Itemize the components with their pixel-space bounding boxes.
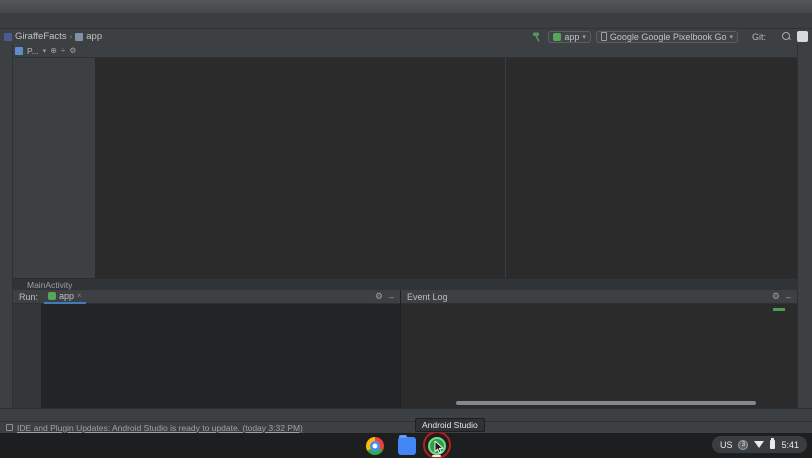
run-console[interactable]: [41, 304, 400, 408]
device-value: Google Google Pixelbook Go: [610, 32, 727, 42]
make-project-icon[interactable]: [531, 31, 543, 43]
event-log-header: Event Log ⚙ –: [401, 290, 797, 304]
breadcrumb-class[interactable]: MainActivity: [27, 280, 72, 290]
profile-avatar[interactable]: [797, 31, 808, 42]
breadcrumb-module[interactable]: app: [86, 31, 102, 42]
files-app-icon[interactable]: [398, 437, 416, 455]
run-toolbar-secondary: [27, 304, 41, 408]
running-app-indicator: [432, 455, 441, 457]
event-log-entries: [417, 304, 797, 408]
run-tab-label: app: [59, 291, 74, 301]
chrome-icon[interactable]: [366, 437, 384, 455]
close-icon[interactable]: ×: [77, 291, 82, 300]
tool-window-bar: [0, 408, 812, 421]
module-folder-icon: [75, 33, 83, 41]
tooltip: Android Studio: [415, 418, 485, 432]
run-config-value: app: [564, 32, 579, 42]
run-panel-header: Run: app × ⚙ –: [13, 290, 400, 304]
right-tool-strip: [797, 44, 812, 408]
notification-badge: 3: [738, 440, 748, 450]
navigation-toolbar: GiraffeFacts › app app ▾ Google Google P…: [0, 29, 812, 44]
status-message-link[interactable]: IDE and Plugin Updates: Android Studio i…: [17, 423, 303, 433]
left-tool-strip: [0, 44, 13, 408]
breadcrumb: GiraffeFacts › app: [4, 31, 102, 42]
project-tree: [13, 58, 95, 278]
chevron-down-icon: ▾: [43, 47, 47, 55]
chevron-down-icon: ▾: [582, 33, 586, 41]
device-icon: [601, 32, 607, 41]
clock-label: 5:41: [781, 440, 799, 450]
event-log-title: Event Log: [407, 292, 448, 302]
run-tab-app[interactable]: app ×: [44, 290, 86, 304]
code-editor[interactable]: [95, 58, 797, 278]
mouse-cursor: [434, 441, 445, 454]
window-title-strip: [0, 0, 812, 13]
keyboard-layout-label: US: [720, 440, 733, 450]
chevron-right-icon: ›: [70, 32, 73, 41]
status-bar: IDE and Plugin Updates: Android Studio i…: [0, 421, 812, 433]
project-icon: [4, 33, 12, 41]
editor-tab-bar: P... ▾ ⊕ ÷ ⚙: [0, 44, 812, 58]
hard-wrap-guide: [505, 58, 506, 278]
minimize-icon[interactable]: –: [389, 292, 394, 302]
android-icon: [48, 292, 56, 300]
locate-file-icon[interactable]: ⊕: [50, 46, 57, 55]
minimize-icon[interactable]: –: [786, 292, 791, 302]
chevron-down-icon: ▾: [729, 33, 733, 41]
wifi-icon: [754, 441, 764, 448]
run-config-dropdown[interactable]: app ▾: [548, 31, 591, 43]
project-view-icon: [15, 47, 23, 55]
project-panel-header: P... ▾ ⊕ ÷ ⚙: [0, 44, 95, 57]
system-tray[interactable]: US 3 5:41: [712, 436, 807, 453]
project-view-selector[interactable]: P...: [27, 46, 39, 56]
run-panel-title: Run:: [19, 292, 38, 302]
gear-icon[interactable]: ⚙: [375, 291, 383, 302]
run-toolbar-primary: [13, 304, 27, 408]
scroll-mark: [773, 308, 785, 311]
editor-breadcrumb-bar: MainActivity: [13, 278, 797, 290]
device-dropdown[interactable]: Google Google Pixelbook Go ▾: [596, 31, 738, 43]
toolbar-actions: app ▾ Google Google Pixelbook Go ▾ Git:: [531, 31, 808, 43]
android-studio-window: GiraffeFacts › app app ▾ Google Google P…: [0, 0, 812, 458]
menu-bar: [0, 13, 812, 29]
gear-icon[interactable]: ⚙: [772, 291, 780, 302]
git-label: Git:: [752, 32, 766, 42]
search-everywhere-icon[interactable]: [781, 31, 792, 42]
error-stripe[interactable]: [787, 58, 797, 278]
collapse-all-icon[interactable]: ÷: [61, 46, 65, 55]
run-tool-window: Run: app × ⚙ –: [13, 290, 400, 408]
breadcrumb-project[interactable]: GiraffeFacts: [15, 31, 67, 42]
event-log-toolbar: [401, 304, 417, 408]
event-log-tool-window: Event Log ⚙ –: [400, 290, 797, 408]
toolwindow-toggle-icon[interactable]: [6, 424, 13, 431]
battery-icon: [770, 440, 775, 449]
horizontal-scrollbar[interactable]: [456, 401, 756, 405]
android-icon: [553, 33, 561, 41]
gear-icon[interactable]: ⚙: [69, 46, 76, 55]
